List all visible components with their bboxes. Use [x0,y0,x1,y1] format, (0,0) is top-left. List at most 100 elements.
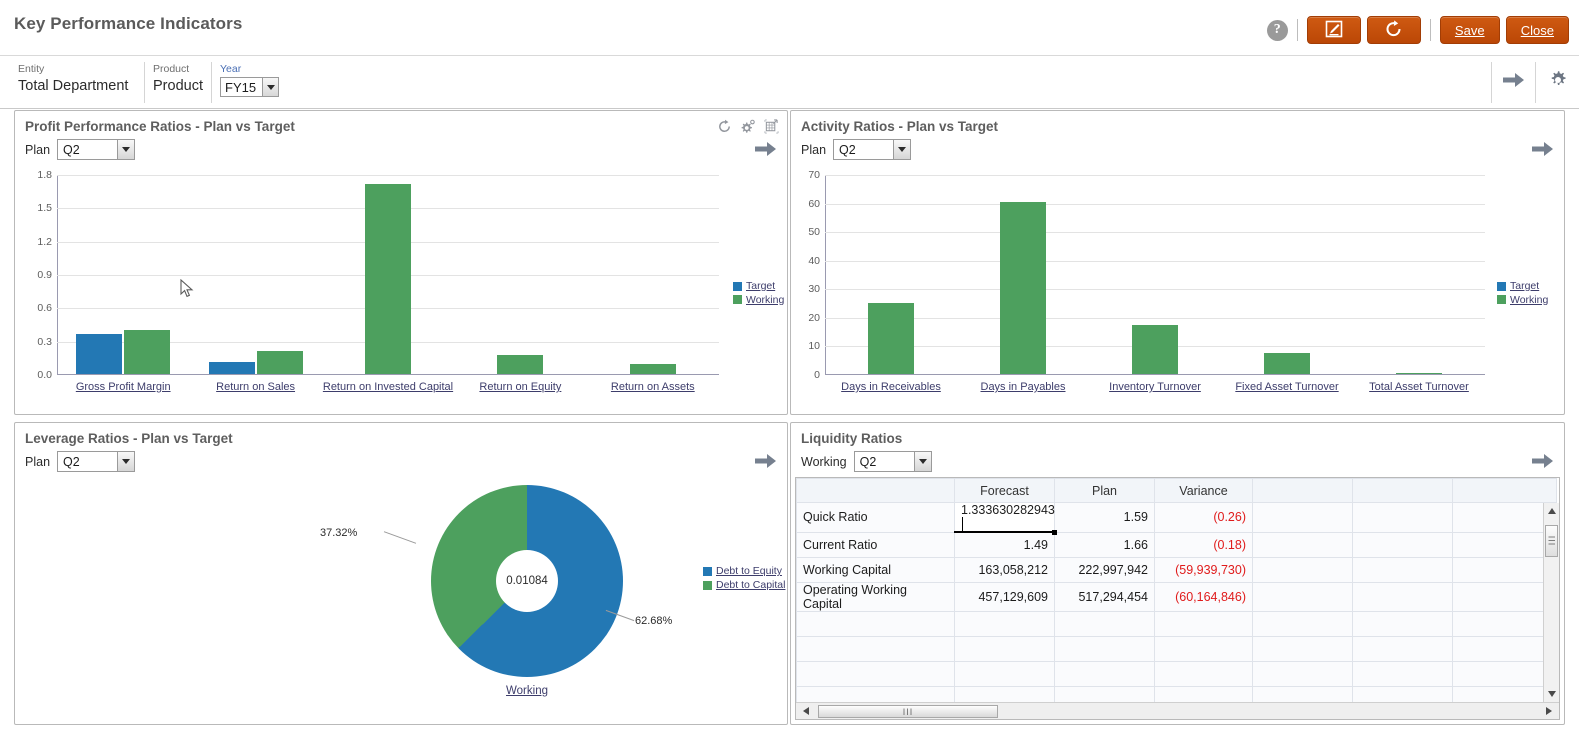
empty-cell[interactable] [1452,660,1557,687]
legend-item[interactable]: Target [733,280,784,293]
empty-cell[interactable] [1452,531,1557,558]
empty-cell[interactable] [1352,581,1453,612]
x-axis-label[interactable]: Fixed Asset Turnover [1235,381,1338,393]
donut-footer-label[interactable]: Working [506,685,548,697]
bar-working-0[interactable] [868,303,914,374]
expand-grid-icon[interactable] [764,119,779,139]
x-axis-label[interactable]: Return on Sales [216,381,295,393]
horizontal-scrollbar[interactable]: III [796,702,1559,719]
table-row-empty[interactable] [796,610,1557,637]
x-axis-label[interactable]: Days in Payables [981,381,1066,393]
empty-cell[interactable] [1352,660,1453,687]
x-axis-label[interactable]: Return on Invested Capital [323,381,453,393]
year-select[interactable]: FY15 [220,77,280,97]
pov-settings-button[interactable] [1535,62,1579,103]
chevron-down-icon[interactable] [262,78,279,96]
legend-label[interactable]: Target [746,280,775,293]
variance-cell[interactable]: (0.18) [1154,531,1253,558]
bar-target-0[interactable] [76,334,123,374]
liquidity-grid[interactable]: Forecast Plan Variance Quick Ratio 1.333630… [795,477,1560,720]
column-header[interactable] [1252,478,1353,503]
empty-cell[interactable] [1452,502,1557,533]
chevron-down-icon[interactable] [117,140,135,159]
x-axis-label[interactable]: Days in Receivables [841,381,941,393]
empty-cell[interactable] [1452,610,1557,637]
row-label[interactable]: Quick Ratio [796,502,955,533]
panel-go-button[interactable] [755,141,777,162]
table-row[interactable]: Quick Ratio 1.333630282943 1.59 (0.26) [796,502,1557,535]
forecast-cell[interactable]: 1.49 [954,531,1055,558]
bar-working-1[interactable] [256,350,303,374]
plan-select[interactable]: Q2 [57,451,136,472]
vertical-scroll-thumb[interactable]: III [1545,525,1558,557]
bar-working-3[interactable] [497,354,544,374]
bar-working-1[interactable] [1000,202,1046,374]
empty-cell[interactable] [954,660,1055,687]
row-label[interactable]: Current Ratio [796,531,955,558]
bar-working-0[interactable] [124,329,171,374]
empty-cell[interactable] [1252,581,1353,612]
empty-cell[interactable] [1252,610,1353,637]
save-button[interactable]: Save [1439,16,1500,44]
column-header[interactable]: Forecast [954,478,1055,503]
empty-cell[interactable] [1252,531,1353,558]
bar-working-3[interactable] [1264,352,1310,374]
plan-select[interactable]: Q2 [57,139,136,160]
panel-go-button[interactable] [755,453,777,474]
empty-cell[interactable] [1154,660,1253,687]
bar-target-1[interactable] [208,361,255,374]
scroll-right-icon[interactable] [1541,703,1557,719]
legend-label[interactable]: Working [746,294,784,307]
empty-cell[interactable] [1452,635,1557,662]
empty-cell[interactable] [1452,556,1557,583]
table-row[interactable]: Operating Working Capital 457,129,609 517,… [796,581,1557,612]
column-header[interactable] [796,478,955,503]
table-row[interactable]: Working Capital 163,058,212 222,997,942 (59… [796,556,1557,583]
legend-item[interactable]: Working [733,294,784,307]
empty-cell[interactable] [1252,502,1353,533]
empty-cell[interactable] [796,660,955,687]
scroll-up-icon[interactable] [1544,503,1559,519]
empty-cell[interactable] [1252,635,1353,662]
liquidity-table[interactable]: Forecast Plan Variance Quick Ratio 1.333630… [796,478,1557,719]
forecast-cell[interactable]: 163,058,212 [954,556,1055,583]
empty-cell[interactable] [1352,531,1453,558]
legend-item[interactable]: Debt to Capital [703,579,785,592]
empty-cell[interactable] [1352,610,1453,637]
pov-entity[interactable]: Entity Total Department [10,62,145,103]
forecast-cell[interactable]: 457,129,609 [954,581,1055,612]
refresh-icon[interactable] [717,119,732,139]
panel-go-button[interactable] [1532,453,1554,474]
x-axis-label[interactable]: Return on Equity [479,381,561,393]
legend-label[interactable]: Debt to Capital [716,579,785,592]
table-row[interactable]: Current Ratio 1.49 1.66 (0.18) [796,531,1557,558]
pov-go-button[interactable] [1491,62,1535,103]
empty-cell[interactable] [796,610,955,637]
legend-label[interactable]: Working [1510,294,1548,307]
bar-working-4[interactable] [629,364,676,374]
chevron-down-icon[interactable] [117,452,135,471]
legend-label[interactable]: Debt to Equity [716,565,782,578]
pov-product[interactable]: Product Product [145,62,212,103]
x-axis-label[interactable]: Gross Profit Margin [76,381,171,393]
column-header[interactable] [1352,478,1453,503]
empty-cell[interactable] [954,635,1055,662]
empty-cell[interactable] [1054,635,1155,662]
legend-item[interactable]: Target [1497,280,1548,293]
variance-cell[interactable]: (59,939,730) [1154,556,1253,583]
empty-cell[interactable] [1054,610,1155,637]
table-row-empty[interactable] [796,635,1557,662]
table-row-empty[interactable] [796,660,1557,687]
column-header[interactable]: Variance [1154,478,1253,503]
plan-cell[interactable]: 517,294,454 [1054,581,1155,612]
empty-cell[interactable] [954,610,1055,637]
pov-year[interactable]: Year FY15 [212,62,298,103]
bar-working-2[interactable] [365,184,411,374]
row-label[interactable]: Operating Working Capital [796,581,955,612]
help-icon[interactable]: ? [1266,19,1288,41]
empty-cell[interactable] [796,635,955,662]
empty-cell[interactable] [1352,502,1453,533]
bar-working-2[interactable] [1132,324,1178,374]
close-button[interactable]: Close [1505,16,1569,44]
chevron-down-icon[interactable] [893,140,911,159]
